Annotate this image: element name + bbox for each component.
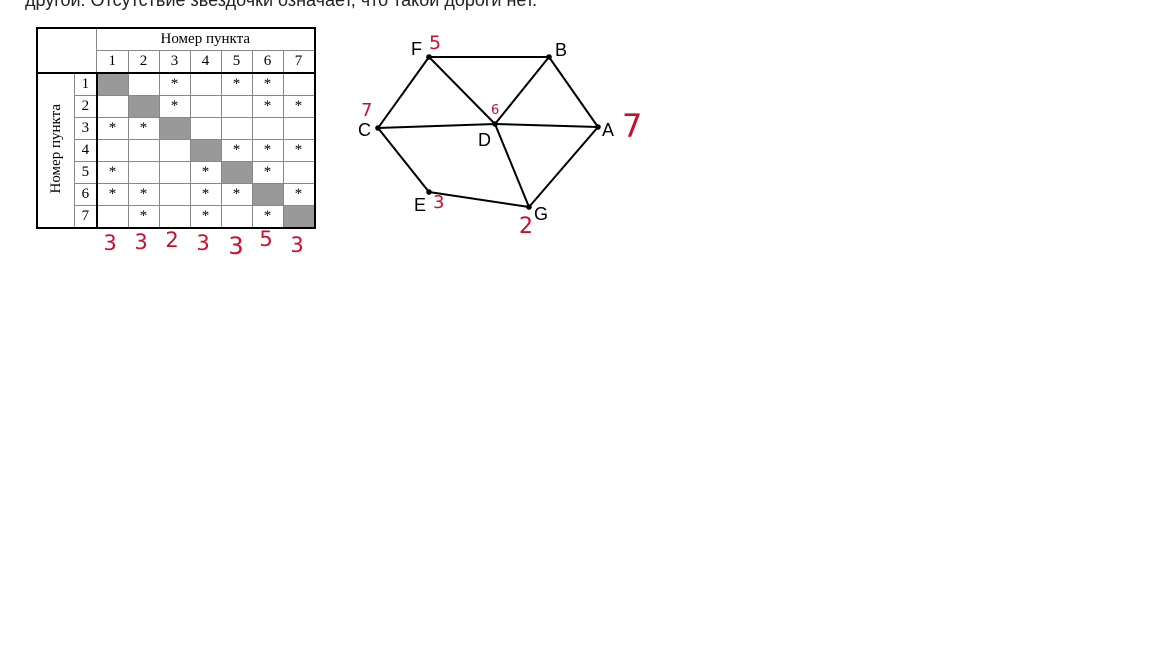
- handwritten-count: 3: [134, 230, 147, 254]
- handwritten-count: 2: [165, 228, 178, 252]
- edge-B-D: [494, 56, 550, 125]
- handwritten-count: 5: [259, 227, 272, 251]
- node-G: [526, 204, 532, 210]
- node-label-A: A: [602, 120, 614, 140]
- node-label-B: B: [555, 40, 567, 60]
- handwritten-degree-A: 7: [622, 107, 642, 145]
- edge-F-C: [377, 56, 430, 129]
- node-label-G: G: [534, 204, 548, 224]
- handwritten-count: 3: [290, 233, 303, 257]
- handwritten-count: 3: [103, 231, 116, 255]
- node-C: [375, 125, 381, 131]
- handwritten-degree-F: 5: [429, 32, 441, 54]
- handwritten-count: 3: [196, 231, 209, 255]
- edge-F-D: [428, 56, 496, 125]
- node-label-D: D: [478, 130, 491, 150]
- node-label-E: E: [414, 195, 426, 215]
- node-D: [492, 121, 498, 127]
- edge-D-G: [494, 123, 530, 208]
- handwritten-degree-C: 7: [361, 100, 372, 121]
- node-label-F: F: [411, 39, 422, 59]
- node-label-C: C: [358, 120, 371, 140]
- overlay-svg: 3323353 F 5 BC7D6A 7E 3G2: [103, 32, 642, 260]
- edge-D-A: [494, 123, 599, 128]
- edge-G-A: [528, 126, 599, 208]
- node-F: [426, 54, 432, 60]
- edge-B-A: [548, 56, 599, 128]
- handwritten-degree-D: 6: [491, 103, 499, 118]
- handwritten-count: 3: [228, 232, 243, 260]
- edge-C-E: [377, 127, 430, 193]
- node-E: [426, 189, 432, 195]
- handwritten-degree-E: 3: [433, 192, 444, 213]
- node-B: [546, 54, 552, 60]
- node-A: [595, 124, 601, 130]
- handwritten-degree-G: 2: [519, 214, 533, 239]
- edge-C-D: [377, 123, 496, 129]
